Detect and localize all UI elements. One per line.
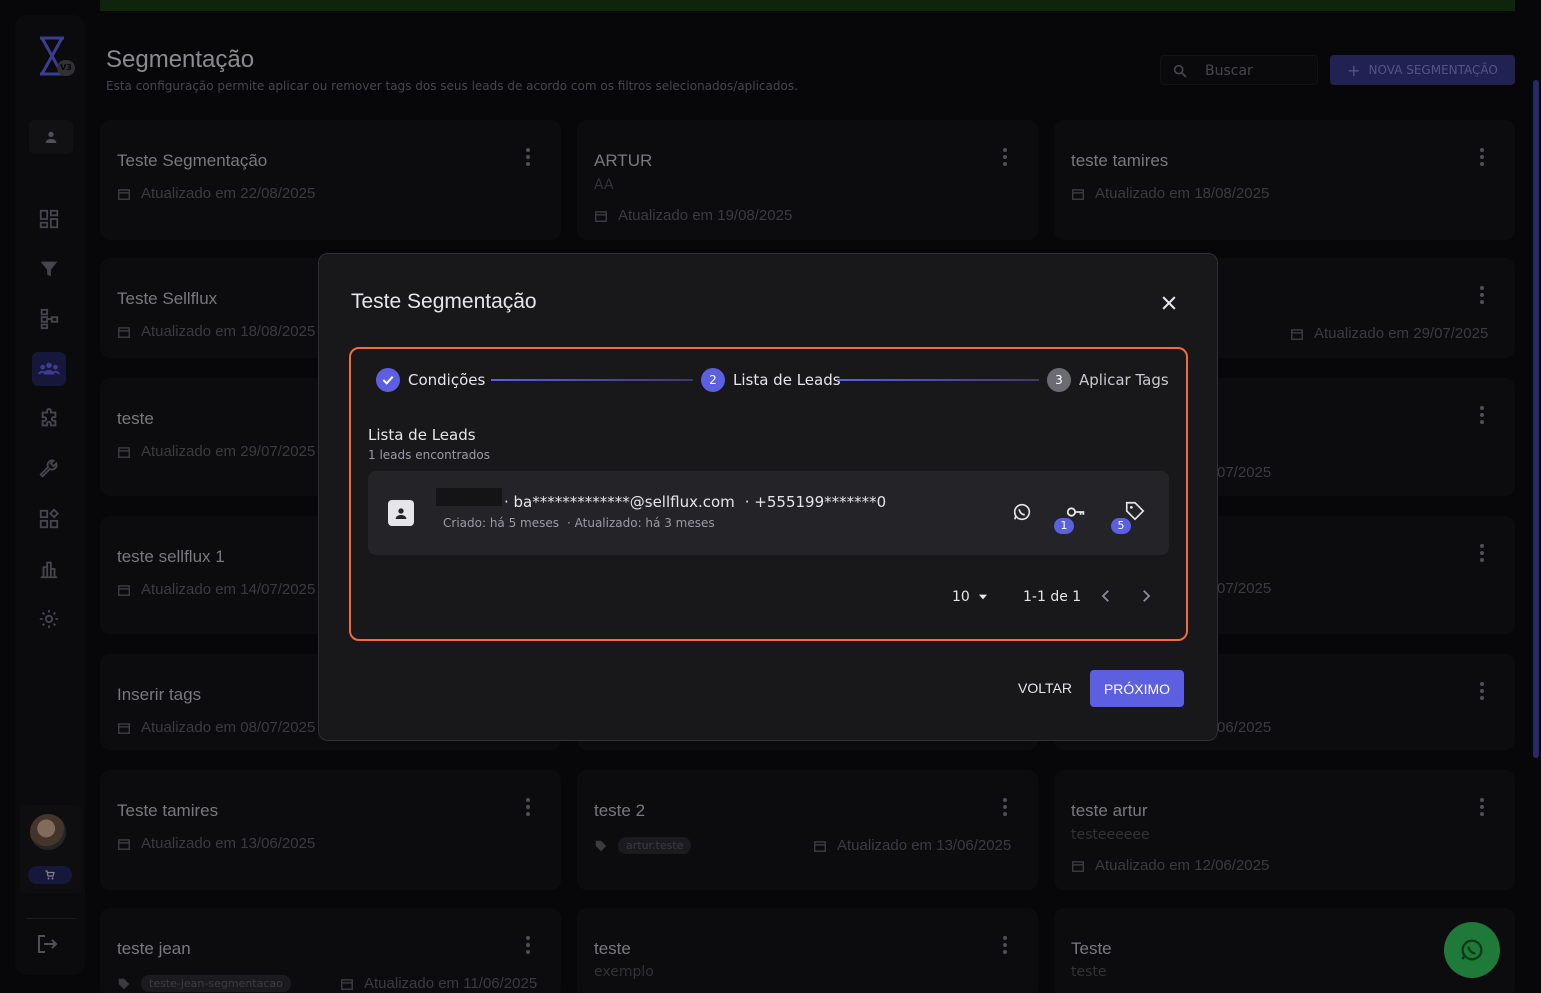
leads-title: Lista de Leads [368, 426, 476, 444]
lead-email: · ba*************@sellflux.com [504, 493, 735, 511]
step-label: Lista de Leads [733, 371, 841, 389]
lead-meta: Criado: há 5 meses · Atualizado: há 3 me… [443, 516, 715, 530]
modal-title: Teste Segmentação [351, 290, 537, 313]
stepper-panel: Condições 2 Lista de Leads 3 Aplicar Tag… [349, 347, 1188, 641]
lead-contact: · ba*************@sellflux.com · +555199… [504, 493, 886, 511]
step-leads[interactable]: 2 Lista de Leads [701, 368, 841, 392]
leads-count: 1 leads encontrados [368, 448, 490, 462]
chevron-down-icon [978, 594, 987, 600]
contact-icon [388, 500, 414, 526]
back-button[interactable]: VOLTAR [1018, 680, 1072, 696]
rows-per-page-value: 10 [952, 589, 970, 605]
close-icon[interactable] [1159, 293, 1179, 313]
step-connector [837, 379, 1039, 381]
lead-phone: · +555199*******0 [744, 493, 887, 511]
lead-updated: · Atualizado: há 3 meses [567, 516, 715, 530]
chevron-right-icon[interactable] [1137, 587, 1155, 605]
segmentation-modal: Teste Segmentação Condições 2 Lista de L… [318, 253, 1218, 741]
pagination-range: 1-1 de 1 [1023, 589, 1082, 605]
whatsapp-support-button[interactable] [1444, 922, 1500, 978]
chevron-left-icon[interactable] [1097, 587, 1115, 605]
key-count-badge: 1 [1054, 518, 1074, 534]
step-apply-tags[interactable]: 3 Aplicar Tags [1047, 368, 1169, 392]
whatsapp-icon[interactable] [1011, 501, 1033, 523]
check-icon [376, 368, 400, 392]
redacted-name [436, 488, 502, 506]
step-label: Condições [408, 371, 486, 389]
step-number: 3 [1047, 368, 1071, 392]
step-label: Aplicar Tags [1079, 371, 1169, 389]
whatsapp-icon [1461, 939, 1483, 961]
tag-count-badge: 5 [1111, 518, 1131, 534]
lead-created: Criado: há 5 meses [443, 516, 559, 530]
rows-per-page-select[interactable]: 10 [952, 589, 990, 605]
next-button[interactable]: PRÓXIMO [1090, 670, 1184, 707]
step-number: 2 [701, 368, 725, 392]
step-conditions[interactable]: Condições [376, 368, 485, 392]
lead-row[interactable]: · ba*************@sellflux.com · +555199… [368, 471, 1169, 555]
step-connector [491, 379, 693, 381]
